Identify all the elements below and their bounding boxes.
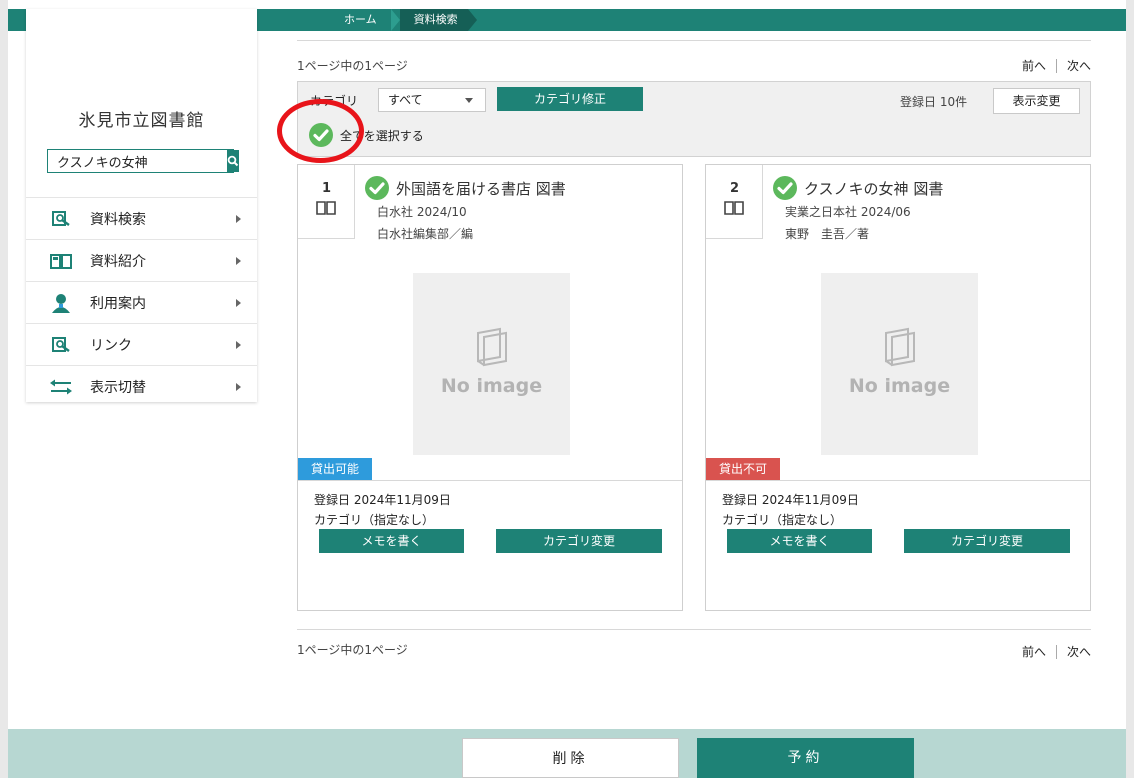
header-band-left	[8, 9, 26, 31]
card-category: カテゴリ（指定なし）	[722, 513, 843, 527]
book-placeholder-icon	[476, 327, 507, 367]
search-button[interactable]	[227, 150, 239, 172]
book-placeholder-icon	[884, 327, 915, 367]
breadcrumb-home[interactable]: ホーム	[330, 9, 391, 31]
category-select[interactable]: すべて	[378, 88, 486, 112]
pager-separator	[1055, 58, 1057, 73]
status-badge: 貸出不可	[706, 458, 781, 481]
result-card: 2 クスノキの女神 図書 実業之日本社 2024/06 東野 圭吾／著 No i…	[705, 164, 1091, 611]
left-edge	[0, 0, 8, 778]
card-publisher: 白水社 2024/10	[377, 205, 467, 219]
sidebar-item-label: 表示切替	[90, 379, 146, 396]
sidebar-item-label: 利用案内	[90, 295, 146, 312]
sidebar-item-links[interactable]: リンク	[26, 323, 257, 365]
sidebar: 氷見市立図書館 資料検索 資料紹介 利用案内	[26, 9, 257, 402]
sidebar-item-label: リンク	[90, 337, 132, 354]
category-fix-button[interactable]: カテゴリ修正	[497, 87, 643, 111]
category-select-value: すべて	[388, 93, 423, 107]
chevron-down-icon	[465, 98, 473, 103]
divider	[706, 480, 1090, 481]
breadcrumb-current: 資料検索	[399, 9, 477, 31]
write-memo-button[interactable]: メモを書く	[727, 529, 872, 553]
category-change-button[interactable]: カテゴリ変更	[496, 529, 662, 553]
next-page-link[interactable]: 次へ	[1067, 643, 1091, 660]
result-toolbar: カテゴリ すべて カテゴリ修正 登録日 10件 表示変更 全てを選択する	[297, 81, 1091, 157]
no-image-text: No image	[440, 375, 543, 397]
card-publisher: 実業之日本社 2024/06	[785, 205, 911, 219]
library-name: 氷見市立図書館	[78, 111, 205, 131]
search-box	[47, 149, 239, 173]
card-number: 1	[321, 181, 332, 196]
delete-button[interactable]: 削除	[462, 738, 679, 778]
page-info-bottom: 1ページ中の1ページ	[297, 643, 408, 657]
pager-top: 前へ 次へ	[1022, 57, 1091, 74]
sidebar-item-label: 資料検索	[90, 211, 146, 228]
check-circle-icon[interactable]	[772, 175, 798, 201]
category-change-button[interactable]: カテゴリ変更	[904, 529, 1070, 553]
card-title[interactable]: クスノキの女神 図書	[804, 178, 943, 199]
sidebar-item-display-toggle[interactable]: 表示切替	[26, 365, 257, 407]
reserve-button[interactable]: 予約	[697, 738, 914, 778]
no-image-placeholder: No image	[821, 273, 978, 455]
prev-page-link[interactable]: 前へ	[1022, 57, 1046, 74]
book-icon	[724, 201, 744, 215]
card-registered-date: 登録日 2024年11月09日	[314, 493, 451, 507]
sidebar-menu: 資料検索 資料紹介 利用案内 リンク 表示切替	[26, 197, 257, 407]
card-number-box: 1	[298, 165, 355, 239]
card-number: 2	[729, 181, 740, 196]
divider	[297, 629, 1091, 630]
chevron-right-icon	[236, 215, 241, 223]
card-registered-date: 登録日 2024年11月09日	[722, 493, 859, 507]
chevron-right-icon	[236, 257, 241, 265]
next-page-link[interactable]: 次へ	[1067, 57, 1091, 74]
write-memo-button[interactable]: メモを書く	[319, 529, 464, 553]
link-search-icon	[48, 335, 74, 355]
no-image-text: No image	[848, 375, 951, 397]
book-search-icon	[48, 209, 74, 229]
breadcrumb: ホーム 資料検索	[330, 9, 477, 31]
card-category: カテゴリ（指定なし）	[314, 513, 435, 527]
sidebar-item-label: 資料紹介	[90, 253, 146, 270]
divider	[297, 40, 1091, 41]
chevron-right-icon	[236, 341, 241, 349]
card-author: 東野 圭吾／著	[785, 227, 870, 241]
swap-arrows-icon	[48, 377, 74, 397]
pager-separator	[1055, 644, 1057, 659]
open-book-icon	[48, 251, 74, 271]
card-number-box: 2	[706, 165, 763, 239]
page-info-top: 1ページ中の1ページ	[297, 59, 408, 73]
divider	[298, 480, 682, 481]
view-change-button[interactable]: 表示変更	[993, 88, 1080, 114]
person-icon	[48, 293, 74, 313]
no-image-placeholder: No image	[413, 273, 570, 455]
pager-bottom: 前へ 次へ	[1022, 643, 1091, 660]
check-circle-icon[interactable]	[364, 175, 390, 201]
result-card: 1 外国語を届ける書店 図書 白水社 2024/10 白水社編集部／編 No i…	[297, 164, 683, 611]
prev-page-link[interactable]: 前へ	[1022, 643, 1046, 660]
card-title-row: 外国語を届ける書店 図書	[364, 175, 566, 201]
highlight-circle	[277, 99, 364, 163]
card-title[interactable]: 外国語を届ける書店 図書	[396, 178, 566, 199]
breadcrumb-separator	[390, 9, 400, 31]
sidebar-item-material-intro[interactable]: 資料紹介	[26, 239, 257, 281]
chevron-right-icon	[236, 383, 241, 391]
card-author: 白水社編集部／編	[377, 227, 474, 241]
search-icon	[227, 155, 239, 167]
chevron-right-icon	[236, 299, 241, 307]
right-edge	[1126, 0, 1134, 778]
status-badge: 貸出可能	[298, 458, 373, 481]
sidebar-item-usage-guide[interactable]: 利用案内	[26, 281, 257, 323]
sidebar-item-material-search[interactable]: 資料検索	[26, 197, 257, 239]
search-input[interactable]	[48, 150, 227, 172]
sort-info: 登録日 10件	[900, 95, 968, 109]
book-icon	[316, 201, 336, 215]
card-title-row: クスノキの女神 図書	[772, 175, 943, 201]
